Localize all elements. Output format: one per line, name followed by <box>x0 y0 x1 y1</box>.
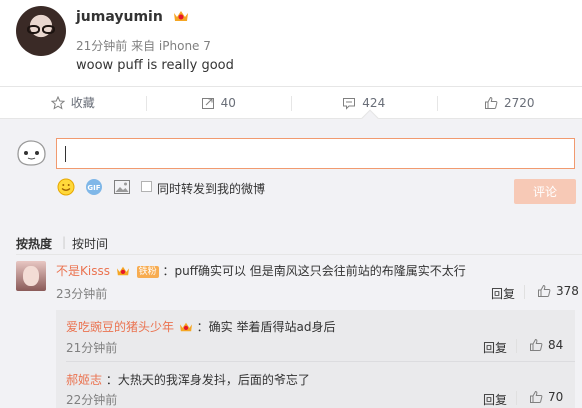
repost-icon <box>201 97 214 109</box>
reply-text: ：确实 举着盾得站ad身后 <box>196 320 336 334</box>
reply-text: ：大热天的我浑身发抖，后面的爷忘了 <box>105 373 310 387</box>
reply-button[interactable]: 回复 <box>491 285 515 302</box>
reply-divider <box>66 361 575 362</box>
post-meta: 21分钟前 来自 iPhone 7 <box>76 37 211 54</box>
submit-comment-button[interactable]: 评论 <box>514 179 576 204</box>
text-cursor <box>65 146 66 162</box>
svg-text:GIF: GIF <box>87 184 100 192</box>
comment-like-button[interactable]: 378 <box>537 284 579 298</box>
mascot-avatar-icon <box>17 140 46 166</box>
sync-repost-checkbox[interactable] <box>141 181 152 192</box>
thumbs-up-icon <box>484 96 498 109</box>
sort-separator: | <box>62 235 67 249</box>
sort-by-time-tab[interactable]: 按时间 <box>72 235 108 252</box>
gif-icon[interactable]: GIF <box>85 178 103 196</box>
vip-crown-icon <box>179 322 192 332</box>
action-separator <box>516 339 517 353</box>
post-time[interactable]: 21分钟前 <box>76 39 127 53</box>
like-button[interactable]: 2720 <box>436 87 582 118</box>
reply-button[interactable]: 回复 <box>483 339 507 356</box>
action-separator <box>524 285 525 299</box>
author-avatar[interactable] <box>16 6 66 56</box>
reply-like-button[interactable]: 84 <box>529 338 563 352</box>
thumbs-up-icon <box>530 338 543 351</box>
comment-input[interactable] <box>56 138 575 169</box>
comment-line: 不是Kisss 铁粉 ：puff确实可以 但是南风这只会往前站的布隆属实不太行 <box>56 262 466 279</box>
sort-by-hot-tab[interactable]: 按热度 <box>16 235 52 252</box>
reply-time: 21分钟前 <box>66 341 118 355</box>
favorite-button[interactable]: 收藏 <box>0 87 146 118</box>
thumbs-up-icon <box>538 284 551 297</box>
commenter-name[interactable]: 不是Kisss <box>56 264 110 278</box>
reply-like-button[interactable]: 70 <box>529 390 563 404</box>
reply-button[interactable]: 回复 <box>483 391 507 408</box>
sync-repost-label: 同时转发到我的微博 <box>157 182 266 196</box>
comment-text: ：puff确实可以 但是南风这只会往前站的布隆属实不太行 <box>162 264 466 278</box>
comment-time: 23分钟前 <box>56 287 108 301</box>
repost-button[interactable]: 40 <box>145 87 292 118</box>
sort-divider <box>16 254 582 255</box>
reply-line: 郝姬志 ：大热天的我浑身发抖，后面的爷忘了 <box>66 371 310 388</box>
post-text: woow puff is really good <box>76 58 234 73</box>
commenter-avatar[interactable] <box>16 261 46 291</box>
vip-crown-icon[interactable] <box>173 9 189 23</box>
thumbs-up-icon <box>530 390 543 403</box>
replier-name[interactable]: 郝姬志 <box>66 373 102 387</box>
action-separator <box>516 391 517 405</box>
comment-button[interactable]: 424 <box>291 87 437 118</box>
reply-time: 22分钟前 <box>66 393 118 407</box>
image-icon[interactable] <box>113 178 131 196</box>
post-action-bar: 收藏 40 424 2720 <box>0 86 582 119</box>
vip-crown-icon <box>116 266 129 276</box>
author-name[interactable]: jumayumin <box>76 9 163 25</box>
post-source: 来自 iPhone 7 <box>131 39 211 53</box>
star-icon <box>50 95 65 110</box>
replier-name[interactable]: 爱吃豌豆的猪头少年 <box>66 320 174 334</box>
reply-line: 爱吃豌豆的猪头少年 ：确实 举着盾得站ad身后 <box>66 318 335 335</box>
comment-icon <box>343 97 356 110</box>
emoji-icon[interactable] <box>57 178 75 196</box>
fan-badge[interactable]: 铁粉 <box>136 266 159 278</box>
